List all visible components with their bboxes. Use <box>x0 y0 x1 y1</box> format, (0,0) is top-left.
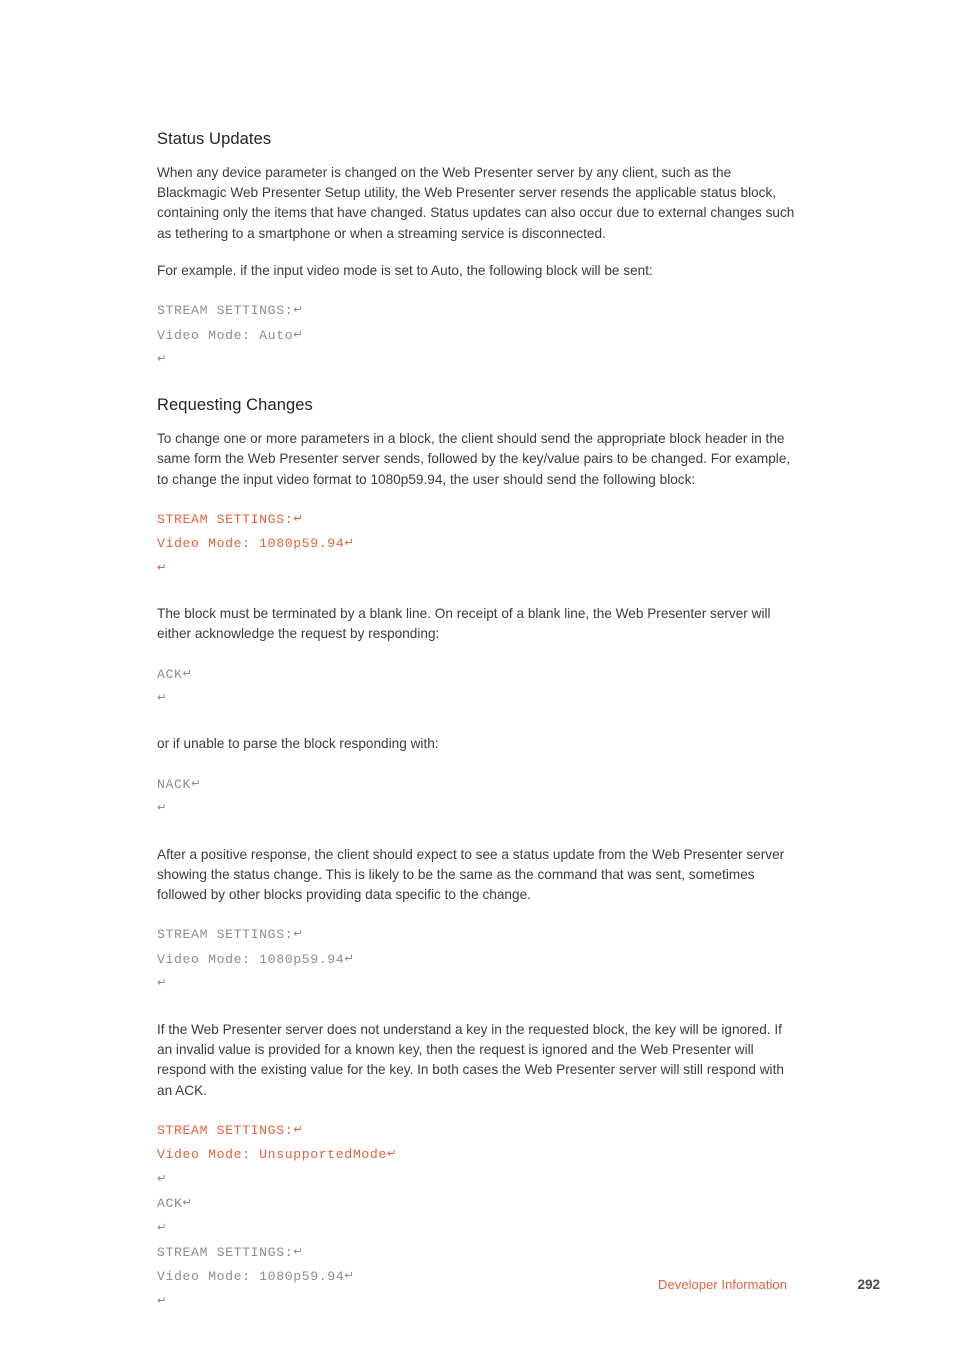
code-line: ↵ <box>157 347 797 371</box>
paragraph-status-updates-example: For example. if the input video mode is … <box>157 262 653 278</box>
code-line: ↵ <box>157 971 797 995</box>
code-text: Video Mode: UnsupportedMode <box>157 1147 387 1163</box>
paragraph-nack-intro: or if unable to parse the block respondi… <box>157 736 439 752</box>
heading-status-updates: Status Updates <box>157 130 272 148</box>
code-block-unsupported-mode-request: STREAM SETTINGS:↵ Video Mode: Unsupporte… <box>157 1118 797 1167</box>
code-line: Video Mode: Auto↵ <box>157 323 797 347</box>
code-line: STREAM SETTINGS:↵ <box>157 298 797 322</box>
code-line: ACK↵ <box>157 1191 797 1215</box>
carriage-return-icon: ↵ <box>182 1195 193 1210</box>
carriage-return-icon: ↵ <box>191 775 201 790</box>
carriage-return-icon: ↵ <box>293 510 303 525</box>
code-block-nack-response: NACK↵ ↵ <box>157 772 797 821</box>
footer-section-label: Developer Information <box>658 1277 787 1292</box>
code-text: STREAM SETTINGS: <box>157 303 294 319</box>
code-line: STREAM SETTINGS:↵ <box>157 507 797 531</box>
carriage-return-icon: ↵ <box>157 1219 167 1234</box>
code-line: ↵ <box>157 556 797 580</box>
code-block-status-update-example: STREAM SETTINGS:↵ Video Mode: Auto↵ ↵ <box>157 298 797 371</box>
carriage-return-icon: ↵ <box>293 326 303 341</box>
code-line: ↵ <box>157 796 797 820</box>
code-line: Video Mode: UnsupportedMode↵ <box>157 1142 797 1166</box>
carriage-return-icon: ↵ <box>386 1146 397 1161</box>
code-text: STREAM SETTINGS: <box>157 1244 294 1260</box>
carriage-return-icon: ↵ <box>157 975 167 990</box>
page-footer: Developer Information 292 <box>157 1277 880 1292</box>
carriage-return-icon: ↵ <box>344 535 354 550</box>
code-line: ↵ <box>157 1167 797 1191</box>
paragraph-status-updates-intro: When any device parameter is changed on … <box>157 164 795 241</box>
code-text: Video Mode: 1080p59.94 <box>157 951 345 967</box>
code-line: ACK↵ <box>157 662 797 686</box>
carriage-return-icon: ↵ <box>293 926 303 941</box>
code-text: STREAM SETTINGS: <box>157 1122 294 1138</box>
code-text: ACK <box>157 1196 183 1212</box>
carriage-return-icon: ↵ <box>157 1292 167 1307</box>
code-text: NACK <box>157 776 192 792</box>
carriage-return-icon: ↵ <box>157 559 167 574</box>
code-line: ↵ <box>157 686 797 710</box>
document-page: Status Updates When any device parameter… <box>0 0 954 1350</box>
code-line: STREAM SETTINGS:↵ <box>157 922 797 946</box>
code-line: NACK↵ <box>157 772 797 796</box>
code-text: STREAM SETTINGS: <box>157 927 294 943</box>
code-line: Video Mode: 1080p59.94↵ <box>157 531 797 555</box>
carriage-return-icon: ↵ <box>182 665 193 680</box>
paragraph-requesting-changes-intro: To change one or more parameters in a bl… <box>157 430 791 487</box>
code-line: ↵ <box>157 1289 797 1313</box>
carriage-return-icon: ↵ <box>157 350 167 365</box>
paragraph-unknown-key-handling: If the Web Presenter server does not und… <box>157 1021 784 1098</box>
page-content: Status Updates When any device parameter… <box>157 129 797 1337</box>
carriage-return-icon: ↵ <box>157 800 167 815</box>
code-block-request-change: STREAM SETTINGS:↵ Video Mode: 1080p59.94… <box>157 507 797 580</box>
code-line: ↵ <box>157 1216 797 1240</box>
carriage-return-icon: ↵ <box>293 302 303 317</box>
code-line: STREAM SETTINGS:↵ <box>157 1240 797 1264</box>
footer-page-number: 292 <box>857 1277 880 1292</box>
carriage-return-icon: ↵ <box>293 1243 303 1258</box>
code-text: ACK <box>157 666 183 682</box>
code-text: STREAM SETTINGS: <box>157 511 294 527</box>
code-block-ack-response: ACK↵ ↵ <box>157 662 797 711</box>
paragraph-blank-line-termination: The block must be terminated by a blank … <box>157 606 771 642</box>
carriage-return-icon: ↵ <box>344 950 354 965</box>
carriage-return-icon: ↵ <box>293 1121 303 1136</box>
heading-requesting-changes: Requesting Changes <box>157 396 313 415</box>
code-text: Video Mode: 1080p59.94 <box>157 536 345 552</box>
code-block-status-update-confirm: STREAM SETTINGS:↵ Video Mode: 1080p59.94… <box>157 922 797 995</box>
carriage-return-icon: ↵ <box>157 690 167 705</box>
code-line: STREAM SETTINGS:↵ <box>157 1118 797 1142</box>
carriage-return-icon: ↵ <box>157 1170 167 1185</box>
code-text: Video Mode: Auto <box>157 327 294 343</box>
paragraph-positive-response: After a positive response, the client sh… <box>157 846 785 903</box>
code-line: Video Mode: 1080p59.94↵ <box>157 947 797 971</box>
